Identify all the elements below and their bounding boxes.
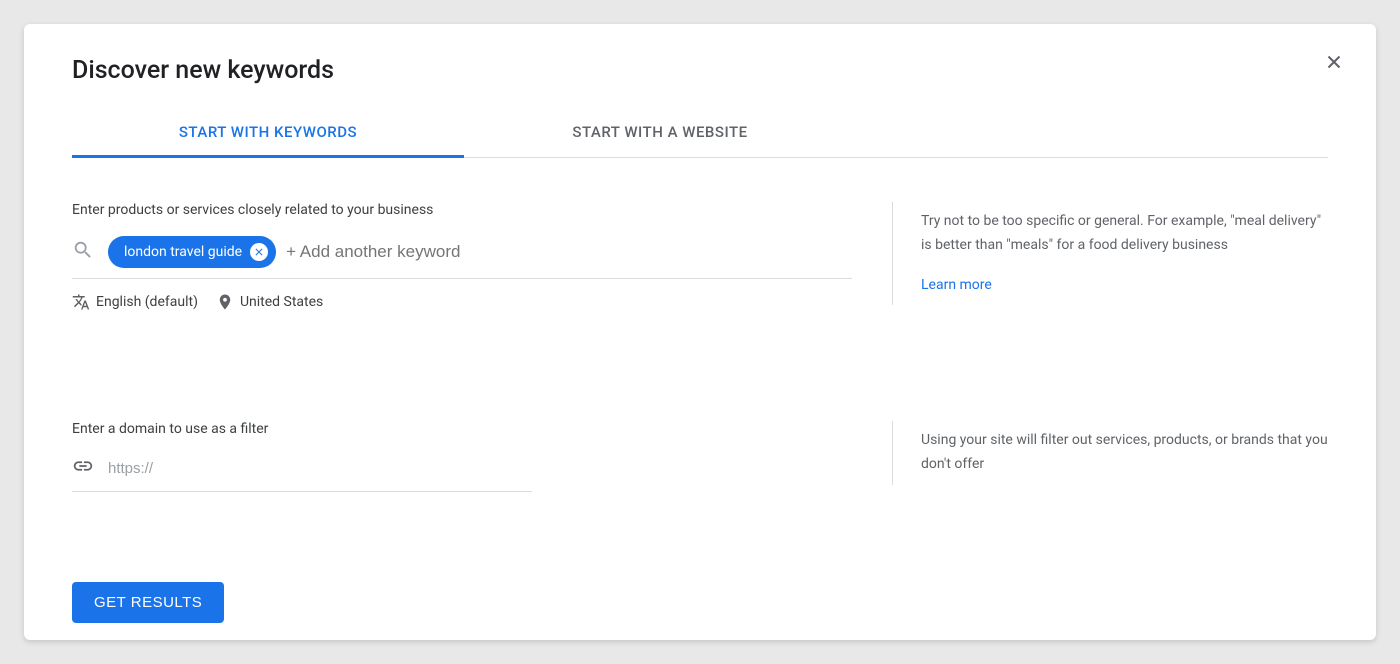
link-icon bbox=[72, 455, 94, 481]
keywords-form: Enter products or services closely relat… bbox=[72, 202, 852, 311]
domain-input-container bbox=[72, 455, 532, 492]
language-value: English (default) bbox=[96, 294, 198, 310]
tab-start-with-keywords[interactable]: START WITH KEYWORDS bbox=[72, 109, 464, 158]
chip-remove-button[interactable] bbox=[250, 243, 268, 261]
keyword-input-container[interactable]: london travel guide bbox=[72, 236, 852, 279]
chip-text: london travel guide bbox=[124, 244, 242, 260]
keyword-chip: london travel guide bbox=[108, 236, 276, 268]
keywords-label: Enter products or services closely relat… bbox=[72, 202, 852, 218]
domain-hint: Using your site will filter out services… bbox=[892, 421, 1328, 485]
page-title: Discover new keywords bbox=[72, 56, 1328, 85]
domain-hint-column: Using your site will filter out services… bbox=[852, 421, 1328, 492]
close-icon bbox=[253, 246, 265, 258]
keyword-planner-modal: Discover new keywords START WITH KEYWORD… bbox=[24, 24, 1376, 640]
location-selector[interactable]: United States bbox=[216, 293, 323, 311]
add-keyword-input[interactable] bbox=[286, 242, 852, 262]
search-icon bbox=[72, 239, 94, 265]
close-button[interactable] bbox=[1320, 48, 1348, 76]
domain-section: Enter a domain to use as a filter Using … bbox=[72, 421, 1328, 492]
location-value: United States bbox=[240, 294, 323, 310]
domain-form: Enter a domain to use as a filter bbox=[72, 421, 852, 492]
keywords-hint-column: Try not to be too specific or general. F… bbox=[852, 202, 1328, 311]
learn-more-link[interactable]: Learn more bbox=[921, 274, 992, 298]
keywords-section: Enter products or services closely relat… bbox=[72, 202, 1328, 311]
targeting-settings: English (default) United States bbox=[72, 293, 852, 311]
get-results-button[interactable]: GET RESULTS bbox=[72, 582, 224, 623]
tab-start-with-website[interactable]: START WITH A WEBSITE bbox=[464, 109, 856, 157]
tab-bar: START WITH KEYWORDS START WITH A WEBSITE bbox=[72, 109, 1328, 158]
location-icon bbox=[216, 293, 234, 311]
hint-text: Try not to be too specific or general. F… bbox=[921, 210, 1328, 258]
domain-label: Enter a domain to use as a filter bbox=[72, 421, 852, 437]
translate-icon bbox=[72, 293, 90, 311]
language-selector[interactable]: English (default) bbox=[72, 293, 198, 311]
keywords-hint: Try not to be too specific or general. F… bbox=[892, 202, 1328, 305]
close-icon bbox=[1323, 51, 1345, 73]
domain-input[interactable] bbox=[108, 460, 532, 477]
